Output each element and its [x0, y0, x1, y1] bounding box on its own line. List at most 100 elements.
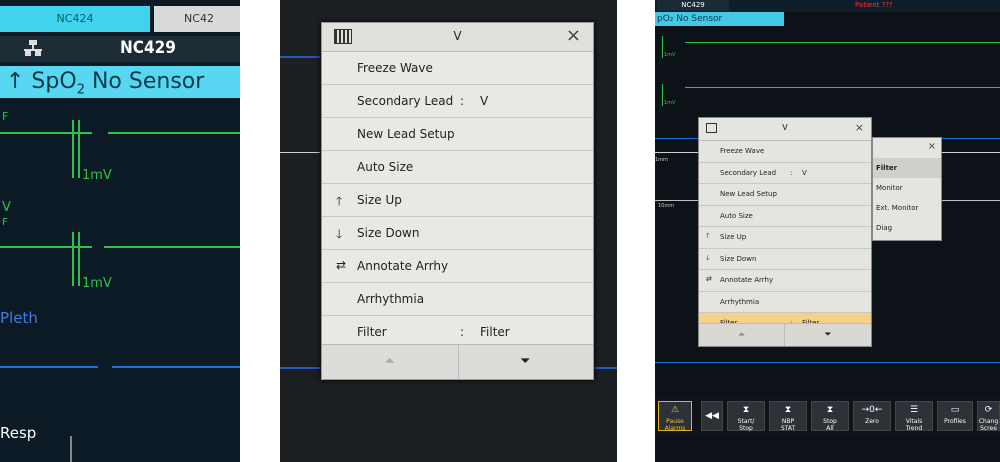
filter-option-filter[interactable]: Filter — [873, 158, 941, 178]
bed-label: NC429 — [120, 38, 176, 58]
ecg-wave-1b — [108, 132, 240, 134]
profiles-button[interactable]: ▭ Profiles — [937, 401, 973, 431]
ecg-wave-2b — [104, 246, 240, 248]
zero-button[interactable]: →0← Zero — [853, 401, 891, 431]
alarm-message: No Sensor — [91, 69, 205, 94]
arrow-up-icon: 🡑 — [706, 232, 710, 240]
pleth-label: Pleth — [0, 309, 38, 327]
pause-alarms-button[interactable]: ⚠ Pause Alarms — [658, 401, 692, 432]
menu-item-size-up[interactable]: 🡑 Size Up — [699, 227, 871, 249]
menu-item-label: Size Up — [720, 233, 747, 241]
menu-item-annotate-arrhy[interactable]: ⇄ Annotate Arrhy — [699, 270, 871, 292]
menu-item-label: Size Up — [357, 193, 402, 207]
menu-item-freeze-wave[interactable]: Freeze Wave — [322, 52, 593, 85]
lead-label: F — [2, 110, 9, 123]
menu-item-label: Annotate Arrhy — [357, 259, 449, 273]
key-label: Start/ Stop — [737, 418, 755, 432]
menu-item-sep: : — [790, 168, 793, 177]
scale-label-3: 1mm — [655, 157, 668, 163]
stop-all-button[interactable]: ⧗ Stop All — [811, 401, 849, 432]
menu-item-arrhythmia[interactable]: Arrhythmia — [322, 283, 593, 316]
page-up-button[interactable]: ⏶ — [699, 324, 785, 346]
close-icon[interactable]: × — [566, 25, 581, 46]
nbp-icon: ⧗ — [742, 405, 750, 415]
scale-label: 1mV — [664, 52, 676, 58]
bg-wave-2 — [280, 152, 320, 153]
profiles-icon: ▭ — [950, 405, 960, 415]
filter-option-monitor[interactable]: Monitor — [873, 178, 941, 198]
menu-item-size-up[interactable]: 🡑 Size Up — [322, 184, 593, 217]
menu-item-new-lead-setup[interactable]: New Lead Setup — [322, 118, 593, 151]
alarm-param-sub: 2 — [76, 82, 85, 98]
monitor-panel-right: NC429 Patient ??? pO₂ No Sensor 1mV 1mV … — [655, 0, 1000, 462]
page-down-button[interactable]: ⏷ — [458, 345, 594, 379]
scroll-left-button[interactable]: ◀◀ — [701, 401, 723, 431]
menu-item-label: Size Down — [357, 226, 420, 240]
menu-item-label: Secondary Lead — [357, 94, 454, 108]
key-label: Stop All — [823, 418, 837, 432]
patient-name[interactable]: Patient ??? — [855, 1, 893, 9]
pleth-wave — [0, 366, 98, 368]
ecg-wave — [685, 42, 1000, 43]
scale-label-1: 1mV — [82, 168, 112, 183]
spo2-alarm-banner[interactable]: ↑ SpO2 No Sensor — [0, 66, 240, 98]
menu-item-label: Freeze Wave — [357, 61, 433, 75]
calib-bar-1b — [78, 120, 80, 178]
vitals-trend-button[interactable]: ☰ Vitals Trend — [895, 401, 933, 432]
nbp-stat-button[interactable]: ⧗ NBP STAT — [769, 401, 807, 432]
menu-item-size-down[interactable]: 🡓 Size Down — [699, 249, 871, 270]
menu-item-label: Annotate Arrhy — [720, 276, 774, 284]
monitor-panel-left: NC424 NC42 NC429 ↑ SpO2 No Sensor F 1mV … — [0, 0, 240, 462]
change-screen-icon: ⟳ — [984, 405, 993, 415]
filter-option-ext-monitor[interactable]: Ext. Monitor — [873, 198, 941, 218]
alarm-banner[interactable]: pO₂ No Sensor — [655, 12, 784, 26]
arrow-down-icon: 🡓 — [336, 227, 343, 241]
monitor-panel-menu: V × Freeze Wave Secondary Lead: V New Lea… — [280, 0, 617, 462]
menu-item-arrhythmia[interactable]: Arrhythmia — [699, 292, 871, 313]
menu-item-sep: : — [460, 325, 465, 339]
calib-2 — [662, 84, 663, 106]
bed-tab-active[interactable]: NC424 — [0, 6, 150, 32]
pleth-wave-b — [112, 366, 240, 368]
menu-item-size-down[interactable]: 🡓 Size Down — [322, 217, 593, 250]
bed-tab-other[interactable]: NC42 — [154, 6, 240, 32]
menu-item-value: V — [802, 168, 807, 177]
bg-wave — [280, 56, 320, 58]
close-icon[interactable]: × — [855, 121, 864, 134]
change-screen-button[interactable]: ⟳ Chang Scree — [977, 401, 1000, 432]
menu-item-secondary-lead[interactable]: Secondary Lead: V — [322, 85, 593, 118]
menu-item-value: V — [480, 94, 489, 108]
zero-icon: →0← — [861, 405, 883, 415]
menu-item-auto-size[interactable]: Auto Size — [322, 151, 593, 184]
filter-option-diag[interactable]: Diag — [873, 218, 941, 238]
menu-item-secondary-lead[interactable]: Secondary Lead: V — [699, 163, 871, 184]
alarm-icon: ⚠ — [670, 405, 680, 415]
resp-calib — [70, 436, 72, 462]
page-down-button[interactable]: ⏷ — [785, 324, 871, 346]
rewind-icon: ◀◀ — [705, 411, 719, 421]
bed-tab[interactable]: NC429 — [657, 0, 729, 11]
annotate-icon: ⇄ — [706, 275, 712, 283]
key-label: Zero — [865, 418, 879, 425]
smartkey-bar: ⚠ Pause Alarms ◀◀ ⧗ Start/ Stop ⧗ NBP STAT … — [655, 397, 1000, 437]
menu-item-freeze-wave[interactable]: Freeze Wave — [699, 141, 871, 163]
calib-bar-1 — [72, 120, 74, 178]
calib — [662, 36, 663, 58]
scale-label-4: 10mm — [658, 203, 675, 209]
nbp-start-stop-button[interactable]: ⧗ Start/ Stop — [727, 401, 765, 432]
trend-icon: ☰ — [909, 405, 919, 415]
scale-label-2: 1mV — [82, 276, 112, 291]
ecg-wave-2 — [685, 87, 1000, 88]
menu-item-auto-size[interactable]: Auto Size — [699, 206, 871, 227]
menu-item-annotate-arrhy[interactable]: ⇄ Annotate Arrhy — [322, 250, 593, 283]
menu-item-label: New Lead Setup — [357, 127, 455, 141]
arrow-up-icon: 🡑 — [336, 194, 343, 208]
menu-item-new-lead-setup[interactable]: New Lead Setup — [699, 184, 871, 206]
close-icon[interactable]: × — [928, 141, 936, 152]
menu-title: V — [782, 123, 788, 132]
menu-titlebar: V × — [699, 118, 871, 141]
menu-item-value: Filter — [480, 325, 510, 339]
arrow-down-icon: 🡓 — [706, 253, 710, 262]
menu-item-label: Arrhythmia — [357, 292, 425, 306]
page-up-button[interactable]: ⏶ — [322, 345, 459, 379]
